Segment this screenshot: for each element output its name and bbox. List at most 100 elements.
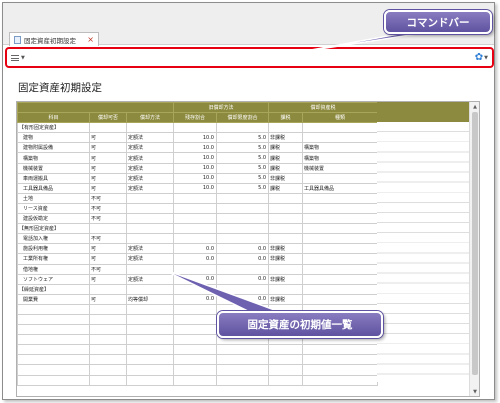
column-header[interactable]: 残存割合 (173, 112, 217, 124)
table-cell[interactable] (302, 253, 379, 265)
table-cell[interactable]: 10.0 (173, 132, 217, 144)
table-cell[interactable]: 可 (89, 132, 127, 144)
table-cell[interactable]: 10.0 (173, 162, 217, 174)
table-cell[interactable] (215, 354, 270, 366)
table-cell[interactable] (89, 122, 127, 134)
table-cell[interactable]: 定額法 (126, 253, 174, 265)
table-cell[interactable]: 定額法 (126, 273, 174, 285)
table-cell[interactable] (126, 283, 174, 295)
table-cell[interactable] (126, 192, 174, 204)
table-cell[interactable]: 不可 (89, 233, 127, 245)
table-cell[interactable] (173, 122, 217, 134)
table-cell[interactable]: 10.0 (173, 182, 217, 194)
table-cell[interactable]: 可 (89, 172, 127, 184)
table-cell[interactable] (89, 313, 127, 326)
table-cell[interactable] (215, 233, 270, 245)
table-cell[interactable]: 定額法 (126, 142, 174, 154)
table-row[interactable] (17, 344, 379, 356)
table-cell[interactable] (173, 263, 217, 275)
table-cell[interactable] (173, 283, 217, 295)
table-cell[interactable] (173, 324, 217, 336)
table-cell[interactable] (126, 223, 174, 235)
table-cell[interactable] (173, 213, 217, 225)
table-cell[interactable]: 0.0 (215, 273, 270, 285)
table-cell[interactable]: 可 (89, 182, 127, 194)
table-cell[interactable]: 10.0 (173, 172, 217, 184)
table-cell[interactable]: 可 (89, 152, 127, 164)
table-cell[interactable] (17, 344, 90, 356)
table-cell[interactable]: 均等償却 (126, 293, 174, 305)
table-cell[interactable] (215, 364, 270, 376)
table-row[interactable]: 建物附属設備可定額法 10.0 5.0 課税 構築物 (17, 142, 379, 154)
chevron-up-icon[interactable]: ▲ (470, 102, 479, 111)
table-cell[interactable] (268, 233, 304, 245)
table-cell[interactable] (126, 122, 174, 134)
table-cell[interactable] (173, 313, 217, 326)
table-cell[interactable]: 5.0 (215, 132, 270, 144)
table-cell[interactable] (215, 223, 270, 235)
table-cell[interactable] (89, 303, 127, 315)
table-cell[interactable]: 非課税 (268, 273, 304, 285)
table-cell[interactable] (268, 374, 304, 386)
table-cell[interactable] (302, 122, 379, 134)
table-cell[interactable] (126, 303, 174, 315)
table-cell[interactable]: 工具器具備品 (302, 182, 379, 194)
table-cell[interactable]: 定額法 (126, 162, 174, 174)
table-cell[interactable]: 借地権 (17, 263, 90, 275)
table-cell[interactable]: 定額法 (126, 172, 174, 184)
table-cell[interactable]: 不可 (89, 192, 127, 204)
table-cell[interactable]: 課税 (268, 182, 304, 194)
table-cell[interactable]: 5.0 (215, 162, 270, 174)
table-cell[interactable]: 定額法 (126, 152, 174, 164)
table-cell[interactable] (89, 283, 127, 295)
table-cell[interactable] (268, 364, 304, 376)
table-cell[interactable]: 構築物 (302, 152, 379, 164)
table-cell[interactable] (126, 313, 174, 326)
section-row[interactable]: 【有形固定資産】 (17, 122, 379, 134)
table-cell[interactable] (302, 283, 379, 295)
menu-button[interactable]: ▼ (11, 54, 25, 61)
table-cell[interactable]: 【繰延資産】 (17, 283, 90, 295)
table-cell[interactable]: 0.0 (173, 293, 217, 305)
table-cell[interactable] (173, 374, 217, 386)
table-cell[interactable] (215, 202, 270, 215)
table-cell[interactable] (215, 283, 270, 295)
vertical-scrollbar[interactable]: ▲ ▼ (469, 102, 479, 396)
column-header[interactable]: 種類 (302, 112, 379, 124)
column-header[interactable]: 科目 (17, 112, 90, 124)
table-cell[interactable]: 可 (89, 293, 127, 305)
table-cell[interactable]: 課税 (268, 162, 304, 174)
column-header[interactable]: 償却限度割合 (215, 112, 270, 124)
table-cell[interactable] (302, 273, 379, 285)
table-cell[interactable]: 非課税 (268, 243, 304, 255)
table-cell[interactable]: 非課税 (268, 172, 304, 184)
tab-fixed-asset-initial-settings[interactable]: 固定資産初期設定 × (9, 32, 99, 46)
table-cell[interactable]: 非課税 (268, 293, 304, 305)
table-cell[interactable] (302, 223, 379, 235)
table-row[interactable]: 車両運搬具可定額法 10.0 5.0 非課税 (17, 172, 379, 184)
table-cell[interactable]: 車両運搬具 (17, 172, 90, 184)
table-cell[interactable]: 定額法 (126, 243, 174, 255)
table-cell[interactable] (126, 334, 174, 346)
table-cell[interactable] (268, 344, 304, 356)
table-cell[interactable] (17, 334, 90, 346)
table-cell[interactable]: 0.0 (173, 243, 217, 255)
table-cell[interactable] (126, 324, 174, 336)
table-cell[interactable]: 工具器具備品 (17, 182, 90, 194)
table-cell[interactable]: 5.0 (215, 172, 270, 184)
table-cell[interactable]: 開業費 (17, 293, 90, 305)
table-cell[interactable] (126, 233, 174, 245)
table-cell[interactable] (17, 374, 90, 386)
table-cell[interactable]: 機械装置 (17, 162, 90, 174)
table-cell[interactable]: 0.0 (215, 253, 270, 265)
table-cell[interactable] (173, 233, 217, 245)
table-cell[interactable] (215, 344, 270, 356)
table-cell[interactable] (302, 192, 379, 204)
table-row[interactable]: 施設利用権可定額法 0.0 0.0 非課税 (17, 243, 379, 255)
column-header[interactable]: 償却方法 (126, 112, 174, 124)
table-cell[interactable] (268, 223, 304, 235)
table-cell[interactable] (89, 344, 127, 356)
table-cell[interactable] (126, 202, 174, 215)
scrollbar-thumb[interactable] (472, 112, 478, 375)
table-cell[interactable] (173, 192, 217, 204)
